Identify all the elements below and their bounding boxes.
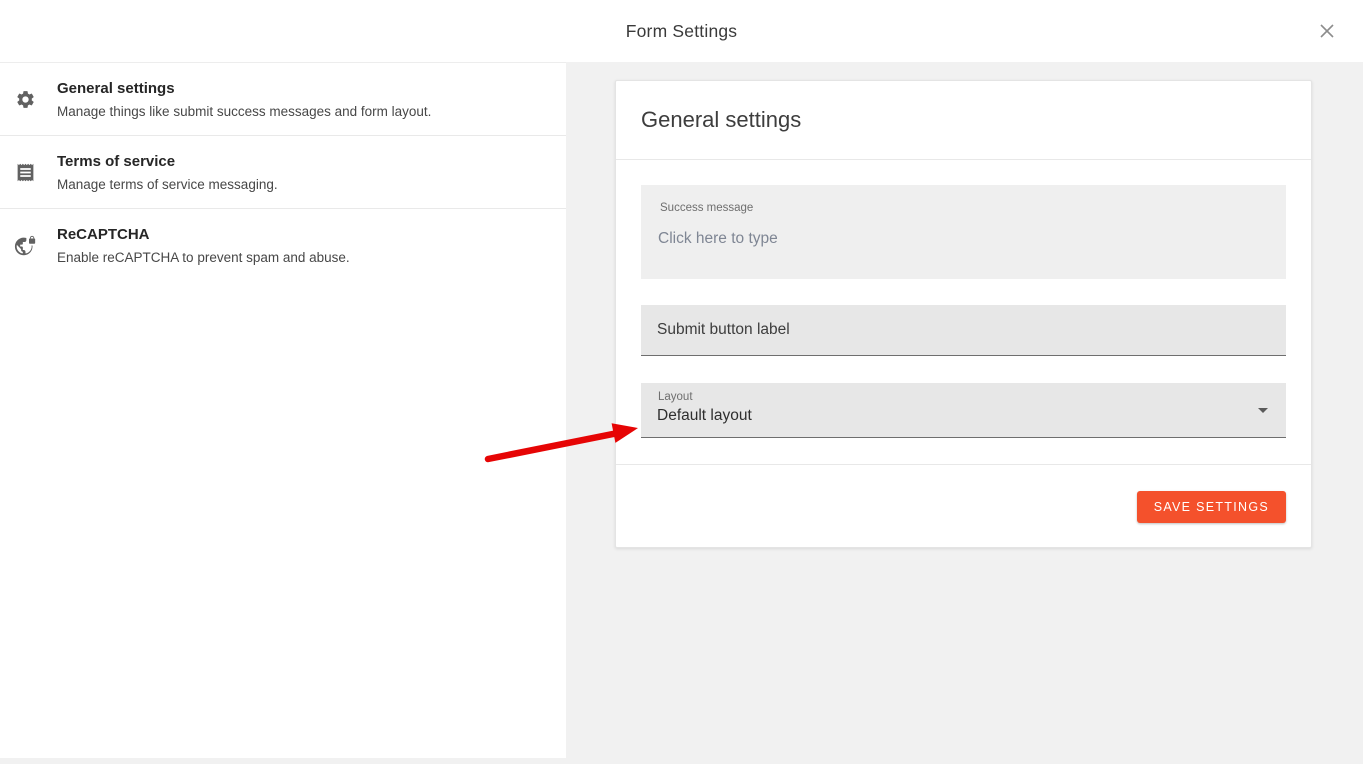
card-footer: SAVE SETTINGS [616, 464, 1311, 548]
card-title: General settings [641, 107, 801, 133]
receipt-icon [0, 162, 50, 183]
nav-item-description: Manage terms of service messaging. [57, 177, 278, 192]
success-message-input[interactable]: Click here to type [658, 230, 1269, 248]
save-settings-button[interactable]: SAVE SETTINGS [1137, 491, 1286, 523]
gear-icon [0, 89, 50, 110]
layout-label: Layout [657, 391, 1270, 403]
nav-item-recaptcha[interactable]: ReCAPTCHA Enable reCAPTCHA to prevent sp… [0, 209, 566, 282]
layout-select[interactable]: Layout Default layout [641, 383, 1286, 438]
close-button[interactable] [1307, 11, 1347, 51]
nav-item-description: Enable reCAPTCHA to prevent spam and abu… [57, 250, 350, 265]
card-header: General settings [616, 81, 1311, 160]
modal-header: Form Settings [0, 0, 1363, 62]
form-settings-modal: Form Settings General settings Manage th… [0, 0, 1363, 764]
close-icon [1317, 21, 1337, 41]
nav-item-title: Terms of service [57, 153, 278, 170]
modal-title: Form Settings [626, 21, 738, 42]
general-settings-card: General settings Success message Click h… [615, 80, 1312, 548]
chevron-down-icon [1258, 408, 1268, 413]
nav-item-general-settings[interactable]: General settings Manage things like subm… [0, 63, 566, 136]
nav-item-title: ReCAPTCHA [57, 226, 350, 243]
nav-item-terms-of-service[interactable]: Terms of service Manage terms of service… [0, 136, 566, 209]
success-message-label: Success message [658, 202, 1269, 214]
nav-item-text: General settings Manage things like subm… [57, 80, 451, 119]
globe-lock-icon [0, 235, 50, 257]
submit-button-label-input[interactable]: Submit button label [657, 321, 790, 339]
card-body: Success message Click here to type Submi… [616, 160, 1311, 464]
nav-item-text: Terms of service Manage terms of service… [57, 153, 298, 192]
nav-item-description: Manage things like submit success messag… [57, 104, 431, 119]
nav-item-title: General settings [57, 80, 431, 97]
success-message-field[interactable]: Success message Click here to type [641, 185, 1286, 279]
submit-button-label-field[interactable]: Submit button label [641, 305, 1286, 356]
layout-select-value: Default layout [657, 407, 1270, 425]
settings-nav: General settings Manage things like subm… [0, 62, 566, 758]
nav-item-text: ReCAPTCHA Enable reCAPTCHA to prevent sp… [57, 226, 370, 265]
settings-content: General settings Success message Click h… [566, 62, 1363, 758]
